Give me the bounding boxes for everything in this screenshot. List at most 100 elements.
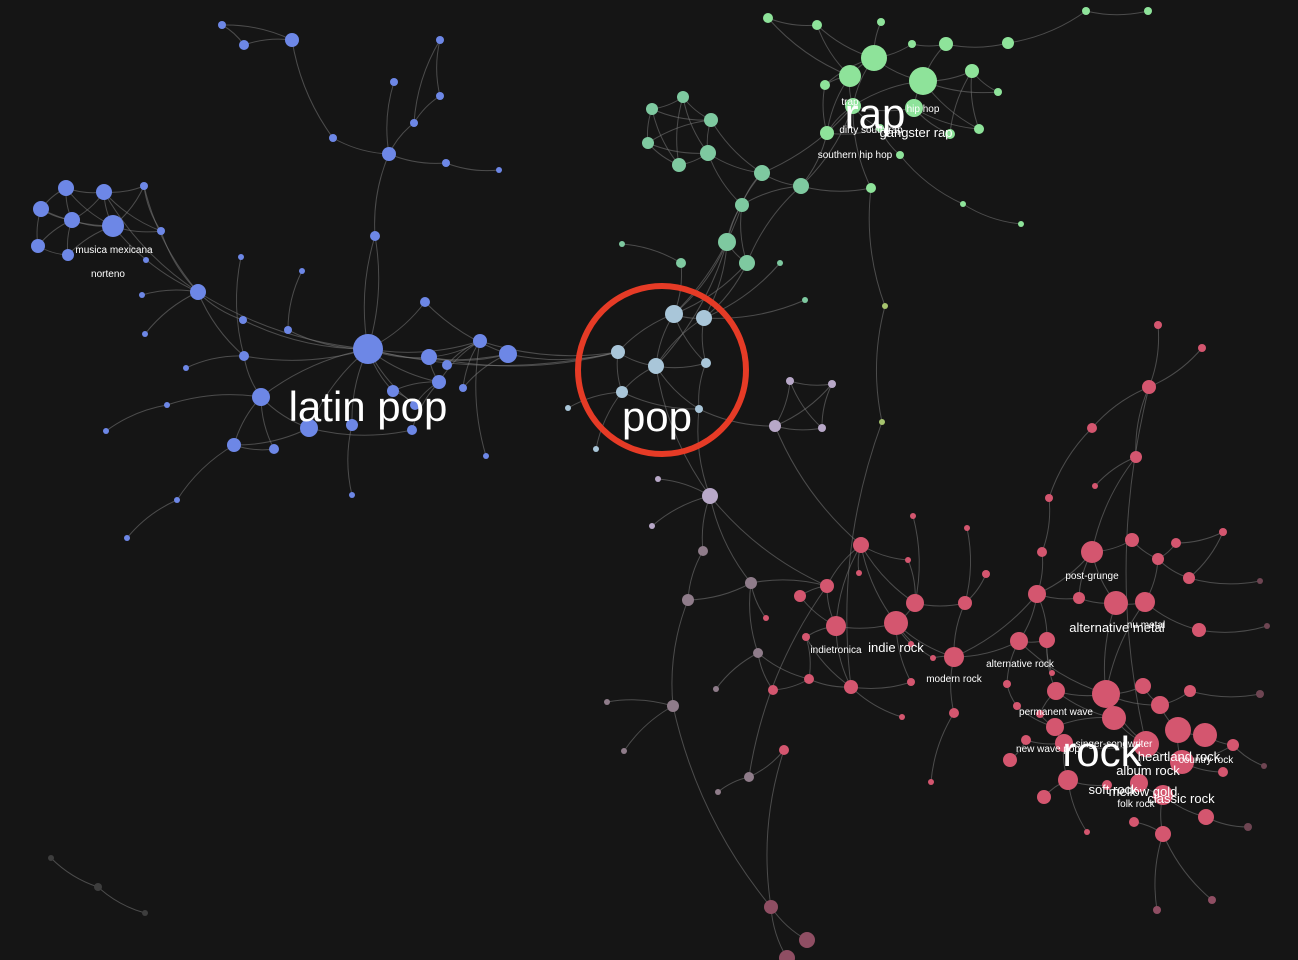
genre-node[interactable] — [799, 932, 815, 948]
genre-node[interactable] — [1087, 423, 1097, 433]
genre-node[interactable] — [702, 488, 718, 504]
genre-node[interactable] — [648, 358, 664, 374]
genre-node[interactable] — [459, 384, 467, 392]
genre-node[interactable] — [62, 249, 74, 261]
genre-node[interactable] — [329, 134, 337, 142]
genre-node[interactable] — [420, 297, 430, 307]
genre-node[interactable] — [483, 453, 489, 459]
genre-node[interactable] — [1003, 680, 1011, 688]
genre-node[interactable] — [1264, 623, 1270, 629]
genre-node[interactable] — [768, 685, 778, 695]
genre-node[interactable] — [866, 183, 876, 193]
genre-node[interactable] — [1153, 906, 1161, 914]
genre-node[interactable] — [905, 557, 911, 563]
genre-node[interactable] — [1010, 632, 1028, 650]
genre-node[interactable] — [1192, 623, 1206, 637]
genre-node[interactable] — [1046, 718, 1064, 736]
genre-node[interactable] — [124, 535, 130, 541]
genre-node[interactable] — [174, 497, 180, 503]
genre-node[interactable] — [611, 345, 625, 359]
genre-node[interactable] — [1154, 321, 1162, 329]
genre-node[interactable] — [1155, 826, 1171, 842]
genre-node[interactable] — [665, 305, 683, 323]
genre-node[interactable] — [739, 255, 755, 271]
genre-node[interactable] — [496, 167, 502, 173]
genre-node[interactable] — [1244, 823, 1252, 831]
genre-node[interactable] — [1002, 37, 1014, 49]
genre-node[interactable] — [820, 80, 830, 90]
genre-node[interactable] — [239, 351, 249, 361]
genre-node[interactable] — [164, 402, 170, 408]
genre-node[interactable] — [696, 310, 712, 326]
genre-node[interactable] — [1102, 706, 1126, 730]
genre-node[interactable] — [1135, 678, 1151, 694]
genre-node[interactable] — [227, 438, 241, 452]
genre-node[interactable] — [667, 700, 679, 712]
genre-node[interactable] — [1152, 553, 1164, 565]
genre-node[interactable] — [1104, 591, 1128, 615]
genre-node[interactable] — [96, 184, 112, 200]
genre-node[interactable] — [769, 420, 781, 432]
genre-node[interactable] — [1073, 592, 1085, 604]
genre-node[interactable] — [882, 303, 888, 309]
genre-node[interactable] — [695, 405, 703, 413]
genre-node[interactable] — [142, 910, 148, 916]
genre-node[interactable] — [1039, 632, 1055, 648]
genre-node[interactable] — [442, 159, 450, 167]
genre-node[interactable] — [48, 855, 54, 861]
genre-node[interactable] — [745, 577, 757, 589]
genre-node[interactable] — [839, 65, 861, 87]
genre-node[interactable] — [844, 680, 858, 694]
genre-node[interactable] — [646, 103, 658, 115]
genre-node[interactable] — [1219, 528, 1227, 536]
genre-node[interactable] — [884, 611, 908, 635]
genre-node[interactable] — [442, 360, 452, 370]
genre-network-graph[interactable]: musica mexicananortenotraphip hopdirty s… — [0, 0, 1298, 960]
genre-node[interactable] — [284, 326, 292, 334]
genre-node[interactable] — [907, 678, 915, 686]
genre-node[interactable] — [677, 91, 689, 103]
genre-node[interactable] — [157, 227, 165, 235]
genre-node[interactable] — [143, 257, 149, 263]
genre-node[interactable] — [877, 18, 885, 26]
genre-node[interactable] — [928, 779, 934, 785]
genre-node[interactable] — [1171, 538, 1181, 548]
genre-node[interactable] — [642, 137, 654, 149]
genre-node[interactable] — [1084, 829, 1090, 835]
genre-node[interactable] — [1218, 767, 1228, 777]
genre-node[interactable] — [58, 180, 74, 196]
genre-node[interactable] — [701, 358, 711, 368]
genre-node[interactable] — [1037, 790, 1051, 804]
genre-node[interactable] — [1208, 896, 1216, 904]
genre-node[interactable] — [820, 579, 834, 593]
genre-node[interactable] — [285, 33, 299, 47]
genre-node[interactable] — [754, 165, 770, 181]
genre-node[interactable] — [676, 258, 686, 268]
genre-node[interactable] — [349, 492, 355, 498]
genre-node[interactable] — [1081, 541, 1103, 563]
genre-node[interactable] — [218, 21, 226, 29]
genre-node[interactable] — [1129, 817, 1139, 827]
genre-node[interactable] — [820, 126, 834, 140]
genre-node[interactable] — [619, 241, 625, 247]
genre-node[interactable] — [382, 147, 396, 161]
genre-node[interactable] — [1047, 682, 1065, 700]
genre-node[interactable] — [1198, 809, 1214, 825]
genre-node[interactable] — [1183, 572, 1195, 584]
genre-node[interactable] — [909, 67, 937, 95]
genre-node[interactable] — [828, 380, 836, 388]
genre-node[interactable] — [238, 254, 244, 260]
genre-node[interactable] — [763, 13, 773, 23]
genre-node[interactable] — [964, 525, 970, 531]
genre-node[interactable] — [794, 590, 806, 602]
genre-node[interactable] — [565, 405, 571, 411]
genre-node[interactable] — [1092, 483, 1098, 489]
genre-node[interactable] — [1184, 685, 1196, 697]
genre-node[interactable] — [593, 446, 599, 452]
genre-node[interactable] — [1049, 670, 1055, 676]
genre-node[interactable] — [764, 900, 778, 914]
genre-node[interactable] — [802, 633, 810, 641]
genre-node[interactable] — [655, 476, 661, 482]
genre-node[interactable] — [1018, 221, 1024, 227]
genre-node[interactable] — [1144, 7, 1152, 15]
